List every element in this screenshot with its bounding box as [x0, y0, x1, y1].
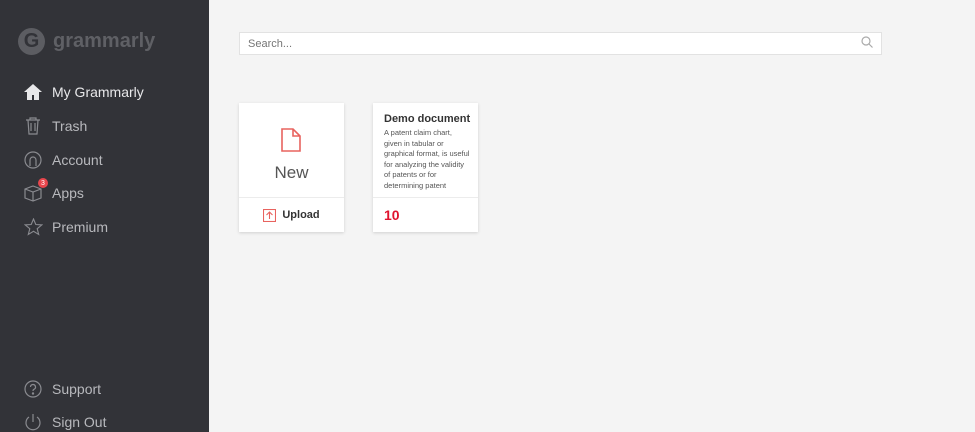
sidebar-item-sign-out[interactable]: Sign Out	[22, 412, 106, 432]
sidebar-item-account[interactable]: Account	[22, 150, 103, 170]
search-input[interactable]	[240, 33, 861, 54]
sidebar-item-my-grammarly[interactable]: My Grammarly	[22, 82, 144, 102]
grammarly-logo[interactable]: G grammarly	[18, 28, 155, 55]
account-icon	[22, 150, 44, 170]
sidebar-item-trash[interactable]: Trash	[22, 116, 87, 136]
new-document-card[interactable]: New Upload	[239, 103, 344, 232]
document-issue-count: 10	[384, 207, 400, 223]
new-document-icon	[281, 128, 301, 157]
document-title: Demo document	[384, 113, 471, 125]
apps-badge: 3	[38, 178, 48, 188]
trash-icon	[22, 116, 44, 136]
logo-icon: G	[18, 28, 45, 55]
power-icon	[22, 412, 44, 432]
box-icon: 3	[22, 178, 48, 203]
upload-button[interactable]: Upload	[239, 197, 344, 232]
help-icon	[22, 379, 44, 399]
sidebar-item-apps[interactable]: 3 Apps	[22, 178, 84, 203]
upload-icon	[263, 208, 277, 222]
star-icon	[22, 217, 44, 237]
sidebar: G grammarly My Grammarly Trash Account 3…	[0, 0, 209, 432]
home-icon	[22, 82, 44, 102]
search-icon[interactable]	[861, 36, 881, 51]
document-preview: A patent claim chart, given in tabular o…	[384, 128, 470, 190]
sidebar-item-support[interactable]: Support	[22, 379, 101, 399]
sidebar-item-premium[interactable]: Premium	[22, 217, 108, 237]
search-bar	[239, 32, 882, 55]
document-card[interactable]: Demo document A patent claim chart, give…	[373, 103, 478, 232]
